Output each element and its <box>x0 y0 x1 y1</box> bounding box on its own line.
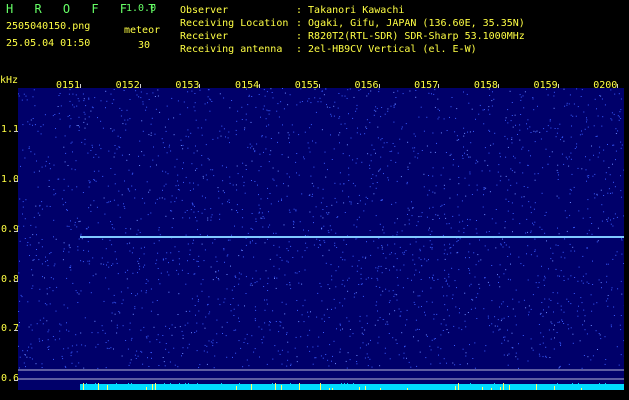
info-value: : 2el-HB9CV Vertical (el. E-W) <box>296 44 477 55</box>
spectrogram-plot <box>18 88 624 390</box>
observation-datetime: 25.05.04 01:50 <box>6 38 91 49</box>
info-row-location: Receiving Location : Ogaki, Gifu, JAPAN (… <box>180 17 525 30</box>
info-value: : R820T2(RTL-SDR) SDR-Sharp 53.1000MHz <box>296 31 525 42</box>
info-value: : Takanori Kawachi <box>296 5 405 16</box>
app-version: 1.0.0 <box>126 3 157 14</box>
station-info: Observer : Takanori Kawachi Receiving Loc… <box>180 4 525 56</box>
info-row-receiver: Receiver : R820T2(RTL-SDR) SDR-Sharp 53.1… <box>180 30 525 43</box>
y-tick-label: 1.1 <box>1 124 20 135</box>
y-axis-unit: kHz <box>0 75 19 86</box>
image-filename: 2505040150.png <box>6 21 91 32</box>
info-label: Receiving Location <box>180 18 289 29</box>
spectrogram-background <box>18 88 624 390</box>
info-row-antenna: Receiving antenna : 2el-HB9CV Vertical (e… <box>180 43 525 56</box>
meteor-count: 30 <box>138 40 151 51</box>
info-label: Observer <box>180 5 229 16</box>
meteor-label: meteor <box>124 25 161 36</box>
y-tick-label: 0.8 <box>1 274 20 285</box>
info-row-observer: Observer : Takanori Kawachi <box>180 4 525 17</box>
info-label: Receiving antenna <box>180 44 283 55</box>
info-value: : Ogaki, Gifu, JAPAN (136.60E, 35.35N) <box>296 18 525 29</box>
bottom-level-strip <box>80 383 624 390</box>
y-tick-label: 0.6 <box>1 373 20 384</box>
y-tick-label: 0.9 <box>1 224 20 235</box>
y-tick-label: 0.7 <box>1 323 20 334</box>
y-tick-label: 1.0 <box>1 174 20 185</box>
info-label: Receiver <box>180 31 229 42</box>
header-panel: H R O F F T 1.0.0 2505040150.png 25.05.0… <box>0 0 629 76</box>
